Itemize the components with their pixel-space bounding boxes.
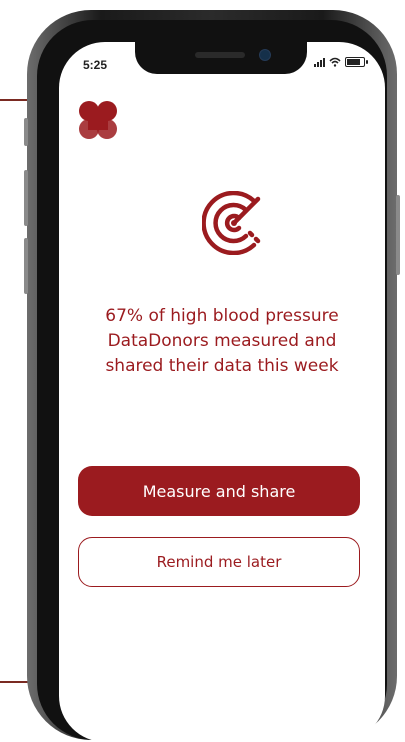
wifi-icon	[329, 57, 341, 67]
phone-notch	[135, 42, 307, 74]
annotation-line-bottom	[0, 681, 30, 683]
phone-power-button	[396, 195, 400, 275]
message-line-3: shared their data this week	[105, 356, 339, 376]
phone-frame: 5:25 67% of high blood pressure DataDono…	[24, 10, 400, 742]
phone-volume-down-button	[24, 238, 28, 294]
status-time: 5:25	[83, 58, 108, 72]
status-icons	[314, 57, 368, 67]
annotation-line-top	[0, 99, 30, 101]
front-camera	[259, 49, 271, 61]
message-line-1: 67% of high blood pressure	[105, 306, 339, 326]
radar-icon	[202, 191, 261, 255]
remind-me-later-button[interactable]: Remind me later	[78, 537, 360, 587]
message-line-2: DataDonors measured and	[107, 331, 337, 351]
participation-message: 67% of high blood pressure DataDonors me…	[77, 304, 367, 379]
measure-and-share-button[interactable]: Measure and share	[78, 466, 360, 516]
speaker-grille	[195, 52, 245, 58]
battery-icon	[345, 57, 368, 67]
cellular-signal-icon	[314, 57, 325, 67]
phone-side-button	[24, 118, 28, 146]
app-screen: 5:25 67% of high blood pressure DataDono…	[59, 42, 385, 742]
phone-bezel: 5:25 67% of high blood pressure DataDono…	[37, 20, 387, 742]
phone-volume-up-button	[24, 170, 28, 226]
heart-cross-logo-icon	[79, 101, 117, 139]
